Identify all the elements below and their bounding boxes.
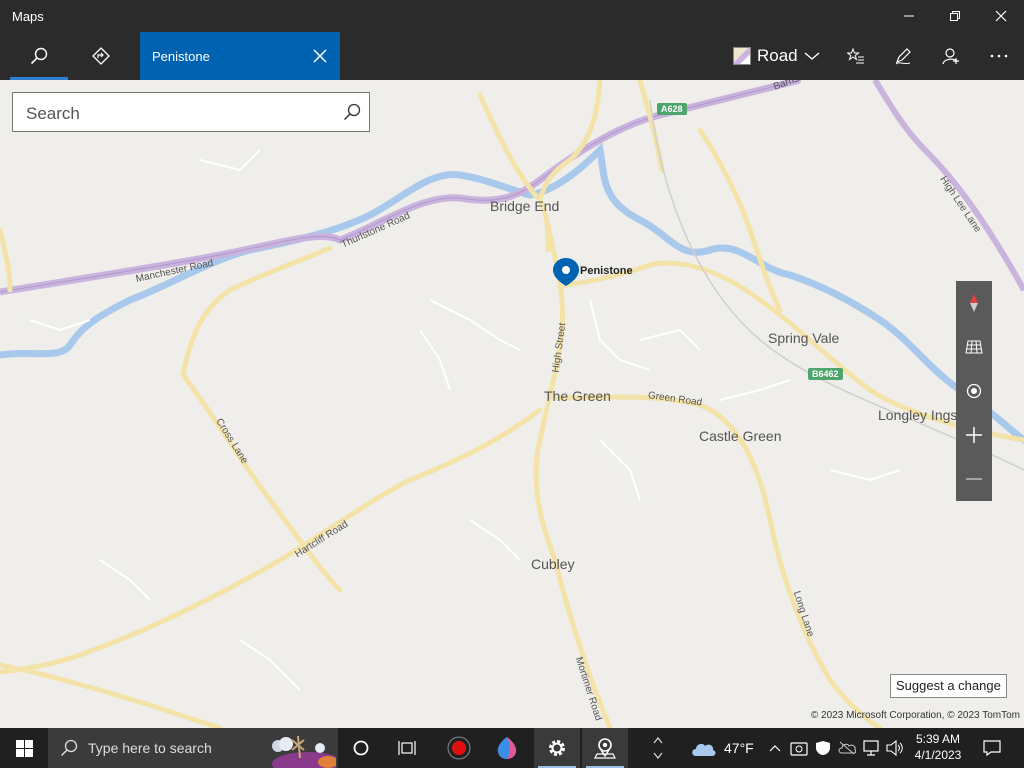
- account-icon: [942, 48, 959, 65]
- paint-drop-icon: [497, 737, 517, 759]
- cloud-icon: [692, 743, 716, 756]
- notification-icon: [983, 740, 1001, 756]
- chevron-up-icon: [769, 745, 781, 752]
- windows-logo-icon: [15, 739, 33, 757]
- title-bar: Maps: [0, 0, 1024, 32]
- suggest-change-button[interactable]: Suggest a change: [890, 674, 1007, 698]
- search-highlight-image-icon: [272, 735, 336, 768]
- pin-label-penistone[interactable]: Penistone: [580, 265, 633, 277]
- map-copyright: © 2023 Microsoft Corporation, © 2023 Tom…: [810, 710, 1020, 721]
- close-icon: [995, 10, 1007, 22]
- taskbar-scroll-button[interactable]: [648, 728, 668, 768]
- maximize-button[interactable]: [932, 0, 978, 32]
- more-button[interactable]: [976, 32, 1022, 80]
- search-tab-button[interactable]: [10, 32, 68, 80]
- tab-penistone[interactable]: Penistone: [140, 32, 340, 80]
- more-icon: [990, 54, 1008, 58]
- locate-me-button[interactable]: [956, 369, 992, 413]
- cortana-icon: [353, 740, 369, 756]
- start-button[interactable]: [0, 728, 48, 768]
- map-canvas[interactable]: Bridge End Spring Vale The Green Castle …: [0, 80, 1024, 728]
- search-icon: [60, 739, 78, 757]
- maximize-icon: [950, 11, 960, 21]
- ink-pen-icon: [895, 48, 911, 65]
- map-search-box[interactable]: [12, 92, 370, 132]
- compass-icon: [970, 294, 978, 312]
- tray-camera-button[interactable]: [787, 728, 811, 768]
- taskbar-search-box[interactable]: Type here to search: [48, 728, 338, 768]
- show-hidden-icons-button[interactable]: [763, 728, 787, 768]
- zoom-in-icon: [966, 427, 982, 443]
- tray-security-button[interactable]: [811, 728, 835, 768]
- road-shield-b6462: B6462: [808, 368, 843, 380]
- favorites-icon: [847, 47, 864, 64]
- map-style-dropdown[interactable]: Road: [733, 32, 820, 80]
- search-icon: [30, 47, 48, 65]
- place-label-the-green: The Green: [544, 388, 611, 404]
- app-toolbar: Penistone Road: [0, 32, 1024, 80]
- maps-app-button[interactable]: [582, 728, 628, 768]
- zoom-in-button[interactable]: [956, 413, 992, 457]
- place-label-cubley: Cubley: [531, 556, 575, 572]
- notifications-button[interactable]: [980, 728, 1004, 768]
- zoom-out-button[interactable]: [956, 457, 992, 501]
- recorder-app-button[interactable]: [436, 728, 482, 768]
- place-label-longley-ings: Longley Ings: [878, 407, 958, 423]
- map-controls: [956, 281, 992, 501]
- clock-date: 4/1/2023: [914, 748, 962, 762]
- place-label-spring-vale: Spring Vale: [768, 330, 840, 346]
- account-button[interactable]: [928, 32, 974, 80]
- search-input[interactable]: [24, 101, 328, 127]
- weather-widget[interactable]: 47°F: [690, 728, 754, 768]
- map-style-label: Road: [757, 46, 798, 65]
- favorites-button[interactable]: [833, 32, 879, 80]
- camera-icon: [790, 742, 808, 756]
- gear-icon: [549, 740, 565, 756]
- directions-button[interactable]: [78, 32, 124, 80]
- paint-app-button[interactable]: [484, 728, 530, 768]
- settings-app-button[interactable]: [534, 728, 580, 768]
- task-view-button[interactable]: [384, 728, 430, 768]
- minimize-icon: [904, 15, 914, 17]
- chevron-down-icon: [804, 52, 820, 60]
- close-tab-button[interactable]: [306, 40, 334, 72]
- directions-icon: [92, 47, 110, 65]
- zoom-out-icon: [966, 478, 982, 480]
- maps-app-icon: [594, 738, 616, 759]
- network-icon: [863, 740, 879, 756]
- taskbar-search-placeholder: Type here to search: [88, 740, 212, 756]
- tilt-button[interactable]: [956, 325, 992, 369]
- tray-network-button[interactable]: [859, 728, 883, 768]
- place-label-bridge-end: Bridge End: [490, 198, 560, 214]
- tilt-icon: [965, 340, 983, 354]
- compass-button[interactable]: [956, 281, 992, 325]
- map-graphics: [0, 80, 1024, 728]
- ink-button[interactable]: [880, 32, 926, 80]
- task-view-icon: [398, 741, 416, 755]
- onedrive-offline-icon: [838, 741, 856, 755]
- taskbar-clock[interactable]: 5:39 AM 4/1/2023: [908, 731, 968, 763]
- taskbar: Type here to search 47°F 5:39 AM 4/1/202…: [0, 728, 1024, 768]
- volume-icon: [886, 740, 903, 756]
- weather-temperature: 47°F: [724, 740, 754, 756]
- road-shield-a628: A628: [657, 103, 687, 115]
- minimize-button[interactable]: [886, 0, 932, 32]
- record-icon: [447, 736, 471, 760]
- close-icon: [313, 49, 327, 63]
- tray-onedrive-button[interactable]: [835, 728, 859, 768]
- map-style-icon: [733, 47, 751, 65]
- shield-icon: [816, 741, 830, 755]
- search-submit-button[interactable]: [343, 103, 361, 126]
- search-icon: [343, 103, 361, 121]
- tray-volume-button[interactable]: [883, 728, 907, 768]
- tab-penistone-label: Penistone: [152, 49, 210, 64]
- place-label-castle-green: Castle Green: [699, 428, 782, 444]
- app-title: Maps: [12, 9, 44, 24]
- chevron-updown-icon: [653, 737, 663, 759]
- cortana-button[interactable]: [338, 728, 384, 768]
- clock-time: 5:39 AM: [915, 732, 961, 746]
- close-button[interactable]: [978, 0, 1024, 32]
- locate-icon: [966, 383, 982, 399]
